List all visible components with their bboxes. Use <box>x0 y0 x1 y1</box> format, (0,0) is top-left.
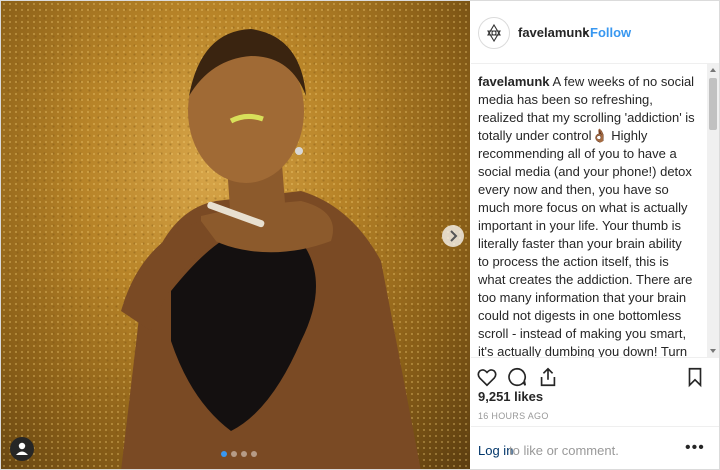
action-bar <box>471 357 719 388</box>
comment-prompt: to like or comment. <box>509 443 619 458</box>
post-header: favelamunk • Follow <box>471 1 719 64</box>
bookmark-icon[interactable] <box>684 366 706 388</box>
scroll-down-icon[interactable] <box>707 345 719 357</box>
more-options-button[interactable]: ••• <box>685 439 705 457</box>
follow-button[interactable]: Follow <box>590 25 631 40</box>
comment-icon[interactable] <box>506 366 528 388</box>
post-card: favelamunk • Follow favelamunk A few wee… <box>0 0 720 470</box>
caption-text: A few weeks of no social media has been … <box>478 74 695 357</box>
carousel-dot <box>251 451 257 457</box>
caption-scrollbar[interactable] <box>707 64 719 357</box>
logo-mandala-icon <box>487 23 501 43</box>
next-photo-button[interactable] <box>442 225 464 247</box>
carousel-dot-active <box>221 451 227 457</box>
carousel-indicator <box>221 451 257 457</box>
carousel-dot <box>241 451 247 457</box>
scroll-thumb[interactable] <box>709 78 717 130</box>
share-icon[interactable] <box>537 366 559 388</box>
separator: • <box>583 25 588 40</box>
caption-username[interactable]: favelamunk <box>478 74 550 89</box>
post-sidebar: favelamunk • Follow favelamunk A few wee… <box>471 1 719 469</box>
post-timestamp[interactable]: 16 HOURS AGO <box>478 411 549 421</box>
scroll-up-icon[interactable] <box>707 64 719 76</box>
post-photo[interactable] <box>1 1 470 469</box>
like-count[interactable]: 9,251 likes <box>478 389 543 404</box>
heart-icon[interactable] <box>476 366 498 388</box>
avatar[interactable] <box>478 17 510 49</box>
username-link[interactable]: favelamunk <box>518 25 590 40</box>
chevron-right-icon <box>450 230 458 242</box>
comment-bar: Log in to like or comment. ••• <box>471 426 719 470</box>
person-figure <box>121 29 421 469</box>
carousel-dot <box>231 451 237 457</box>
caption: favelamunk A few weeks of no social medi… <box>478 73 696 357</box>
caption-area[interactable]: favelamunk A few weeks of no social medi… <box>471 64 719 357</box>
user-tag-icon[interactable] <box>10 437 34 461</box>
